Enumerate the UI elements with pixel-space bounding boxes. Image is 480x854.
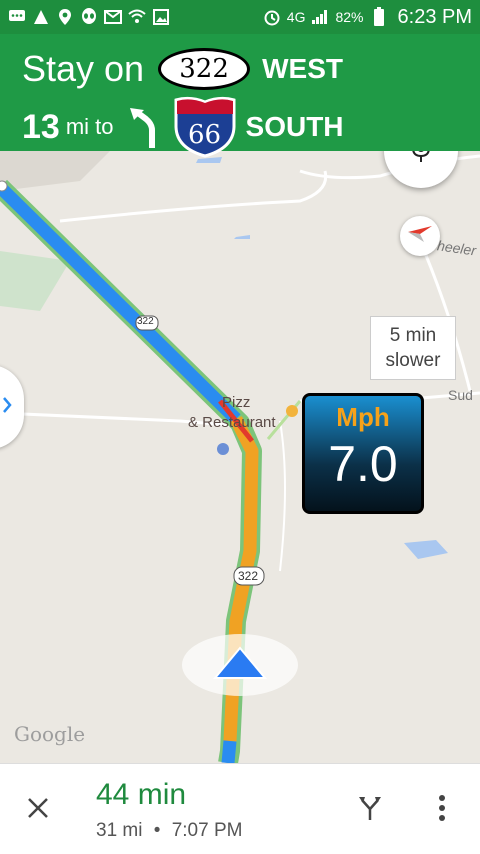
maneuver-distance-unit: mi to [65,114,114,139]
state-route-shield: 322 [158,48,251,90]
network-type: 4G [286,9,306,25]
mail-icon [104,8,122,26]
restaurant-icon [286,405,298,417]
fork-routes-icon [358,795,382,826]
chevron-right-icon [1,395,13,420]
remaining-distance: 31 mi [96,820,143,841]
close-icon [26,796,50,825]
eta-duration: 44 min [96,778,187,811]
warning-icon [32,8,50,26]
alarm-icon [263,8,281,26]
route-start-dot [0,180,8,192]
maneuver-direction: SOUTH [245,111,344,142]
compass-icon [406,224,434,249]
terrain-patch [0,151,110,191]
callout-line2: slower [385,350,441,371]
wifi-icon [128,8,146,26]
interstate-shield-icon: 66 [172,96,238,158]
water-area [234,235,250,239]
speed-value: 7.0 [328,436,398,492]
road-shield-label-lower: 322 [238,569,259,583]
maneuver-distance-value: 13 [22,107,60,146]
navigation-arrow-icon [212,645,268,685]
exit-navigation-button[interactable] [18,790,58,830]
more-options-button[interactable] [424,790,460,830]
current-location-marker [182,634,298,696]
minor-road [279,420,286,572]
street-label-sud: Sud [448,387,473,403]
battery-icon [370,7,388,26]
trip-summary-bar[interactable]: 44 min 31 mi • 7:07 PM [0,763,480,854]
water-area [404,540,448,559]
status-bar: 4G 82% 6:23 PM [0,0,480,34]
poi-label-line2[interactable]: & Restaurant [188,414,276,431]
next-maneuver-row: 13 mi to 66 SOUTH [22,96,344,158]
instruction-prefix: Stay on [22,48,145,89]
park-area [0,251,70,311]
callout-line1: 5 min [389,325,437,346]
arrival-time: 7:07 PM [171,820,243,841]
navigation-instruction-panel[interactable]: Stay on 322 WEST 13 mi to 66 SOUTH [0,34,480,158]
battery-percentage: 82% [335,9,364,25]
image-icon [152,8,170,26]
route-number: 322 [179,54,229,84]
google-logo: Google [14,722,86,746]
minor-road [59,170,328,223]
alternate-routes-button[interactable] [350,790,390,830]
chat-icon [8,8,26,26]
interstate-number: 66 [187,120,222,150]
alien-icon [80,8,98,26]
location-icon [56,8,74,26]
speed-unit: Mph [336,402,390,432]
traffic-alternative-callout[interactable]: 5 min slower [370,316,456,380]
route-direction: WEST [262,53,343,84]
route-line-blue [221,740,237,763]
signal-icon [311,8,329,26]
more-vert-icon [439,794,445,826]
road-shield-label: 322 [137,316,154,327]
slight-left-turn-icon [126,106,164,148]
clock: 6:23 PM [397,5,472,28]
trip-details: 31 mi • 7:07 PM [96,820,242,842]
water-area [196,157,222,163]
gas-station-icon [217,443,229,455]
current-road-row: Stay on 322 WEST [22,48,343,90]
compass-button[interactable] [400,216,440,256]
speedometer-widget[interactable]: Mph 7.0 [302,393,424,514]
microphone-icon [411,151,431,168]
map-view[interactable]: 322 322 Pizz & Restaurant Wheeler Sud 5 … [0,151,480,763]
poi-label-line1[interactable]: Pizz [222,394,250,411]
separator-dot: • [153,820,161,841]
